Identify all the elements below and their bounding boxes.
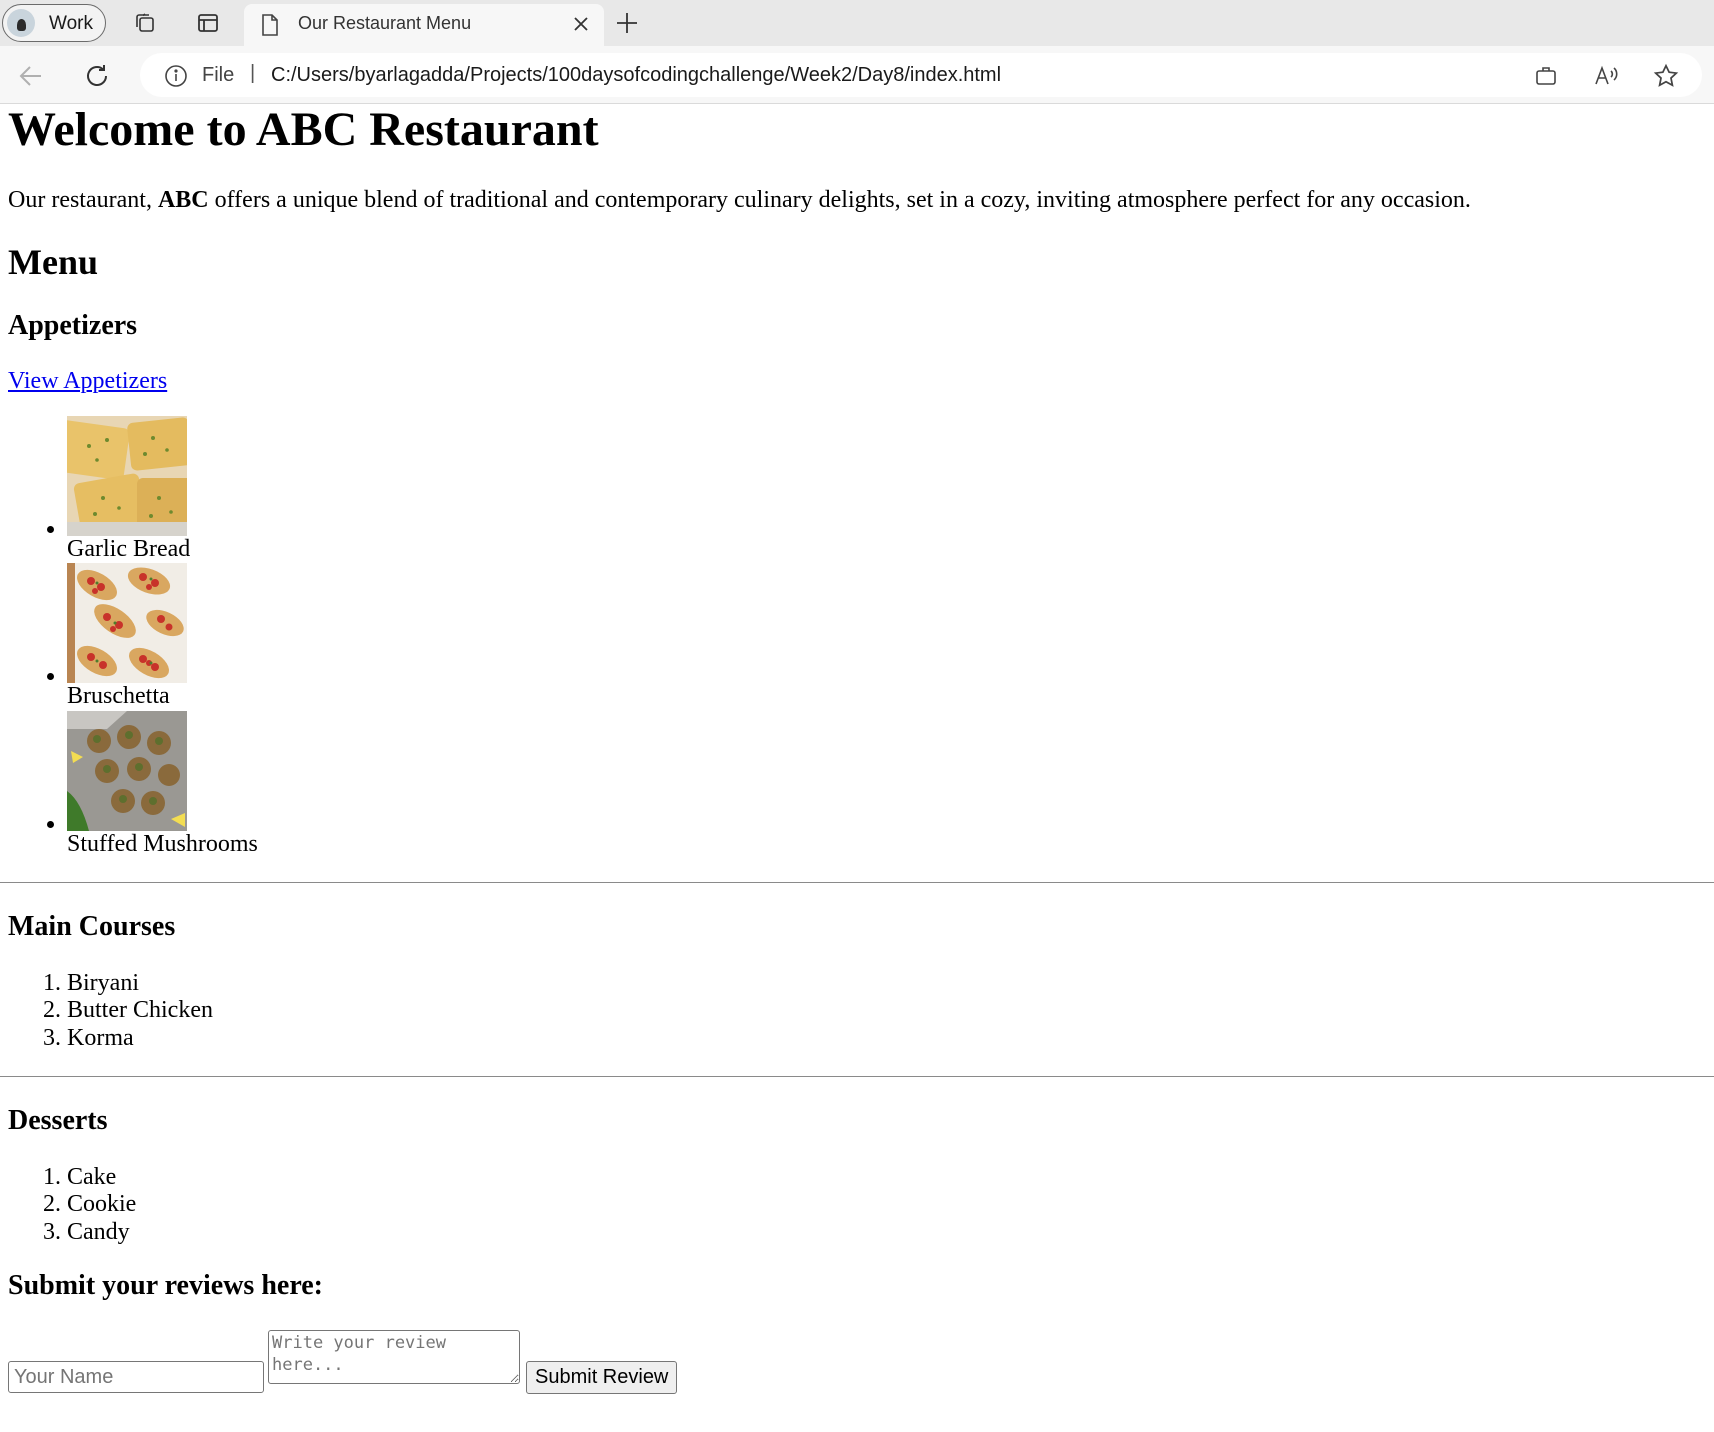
back-arrow-icon[interactable] — [15, 60, 47, 92]
page-title: Welcome to ABC Restaurant — [8, 103, 599, 156]
profile-label: Work — [49, 13, 93, 34]
read-aloud-icon[interactable] — [1592, 62, 1620, 90]
intro-restaurant-name: ABC — [157, 186, 209, 213]
desserts-heading: Desserts — [8, 1105, 108, 1137]
appetizer-name: Garlic Bread — [67, 535, 191, 562]
tab-strip: Work Our Restaurant Menu — [0, 0, 1714, 46]
list-item: Biryani — [67, 970, 1706, 998]
view-appetizers-link[interactable]: View Appetizers — [8, 368, 167, 394]
menu-heading: Menu — [8, 242, 98, 283]
appetizers-heading: Appetizers — [8, 309, 138, 341]
list-item: Bruschetta — [67, 563, 1706, 711]
desserts-list: Cake Cookie Candy — [8, 1164, 1706, 1247]
list-item: Korma — [67, 1025, 1706, 1053]
name-field[interactable] — [8, 1361, 264, 1394]
intro-suffix: offers a unique blend of traditional and… — [208, 186, 1471, 213]
info-icon[interactable] — [164, 64, 188, 94]
url-text[interactable]: C:/Users/byarlagadda/Projects/100daysofc… — [271, 64, 1001, 87]
separator: | — [250, 62, 256, 84]
intro-paragraph: Our restaurant, ABC offers a unique blen… — [8, 187, 1706, 215]
collections-icon[interactable] — [130, 8, 160, 38]
main-courses-list: Biryani Butter Chicken Korma — [8, 970, 1706, 1053]
address-bar[interactable]: File | C:/Users/byarlagadda/Projects/100… — [140, 53, 1702, 97]
vertical-tabs-icon[interactable] — [193, 8, 223, 38]
appetizers-list: Garlic Bread — [8, 415, 1706, 859]
scheme-label: File — [202, 64, 235, 86]
avatar — [7, 9, 35, 37]
close-tab-icon[interactable] — [570, 13, 592, 40]
list-item: Cookie — [67, 1191, 1706, 1219]
garlic-bread-image — [67, 415, 187, 536]
reload-icon[interactable] — [81, 60, 113, 92]
intro-prefix: Our restaurant, — [8, 186, 158, 213]
list-item: Garlic Bread — [67, 415, 1706, 564]
browser-toolbar: File | C:/Users/byarlagadda/Projects/100… — [0, 46, 1714, 104]
list-item: Candy — [67, 1219, 1706, 1247]
stuffed-mushrooms-image — [67, 710, 187, 831]
favorite-star-icon[interactable] — [1652, 62, 1680, 90]
list-item: Butter Chicken — [67, 997, 1706, 1025]
tab-our-restaurant-menu[interactable]: Our Restaurant Menu — [244, 4, 604, 46]
tab-title: Our Restaurant Menu — [298, 13, 472, 33]
list-item: Cake — [67, 1164, 1706, 1192]
section-divider — [0, 1076, 1714, 1078]
new-tab-icon[interactable] — [612, 8, 642, 38]
bruschetta-image — [67, 563, 187, 684]
appetizer-name: Bruschetta — [67, 683, 170, 710]
main-courses-heading: Main Courses — [8, 911, 176, 943]
list-item: Stuffed Mushrooms — [67, 710, 1706, 859]
page-content: Welcome to ABC Restaurant Our restaurant… — [0, 103, 1714, 1432]
reviews-heading: Submit your reviews here: — [8, 1270, 323, 1302]
profile-button[interactable]: Work — [2, 4, 106, 42]
review-form: Submit Review — [8, 1328, 1706, 1408]
review-textarea[interactable] — [268, 1330, 520, 1385]
appetizer-name: Stuffed Mushrooms — [67, 830, 258, 857]
document-icon — [260, 13, 280, 42]
submit-review-button[interactable]: Submit Review — [526, 1361, 678, 1395]
app-available-icon[interactable] — [1532, 62, 1560, 90]
section-divider — [0, 882, 1714, 884]
